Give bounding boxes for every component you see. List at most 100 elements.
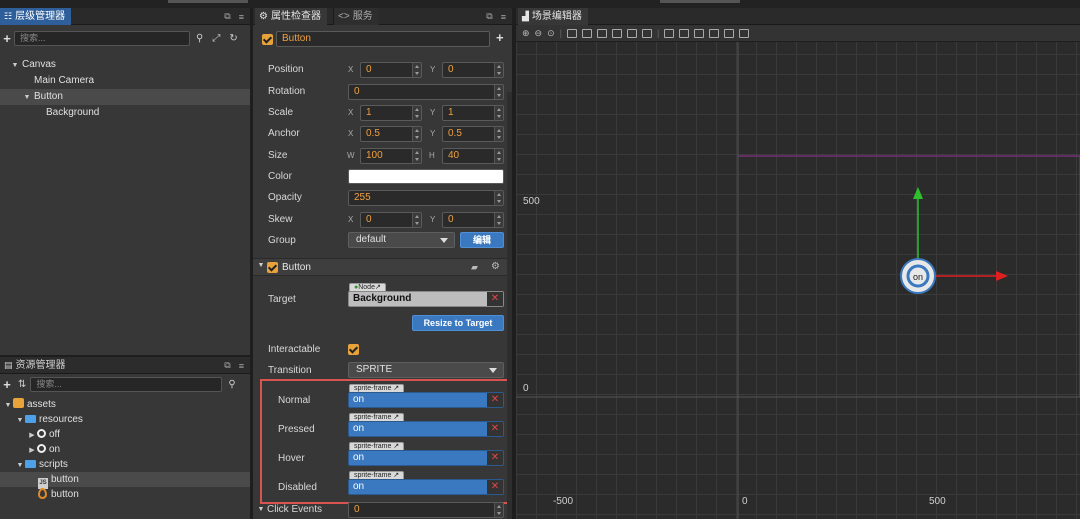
spinner-icon[interactable] <box>494 191 503 205</box>
copy-icon[interactable]: ⧉ <box>486 11 492 22</box>
book-icon[interactable]: ▰ <box>471 262 478 273</box>
distribute-bottom-icon[interactable] <box>694 28 705 38</box>
spinner-icon[interactable] <box>494 106 503 120</box>
asset-item-off[interactable]: ▶ off <box>0 427 250 442</box>
tree-node-background[interactable]: Background <box>0 105 250 121</box>
menu-icon[interactable]: ≡ <box>239 361 244 371</box>
distribute-h-center-icon[interactable] <box>724 28 735 38</box>
distribute-left-icon[interactable] <box>709 28 720 38</box>
sort-icon[interactable]: ⇅ <box>18 379 26 390</box>
tab-scene[interactable]: ▟ 场景编辑器 <box>518 8 588 25</box>
collapse-triangle-icon[interactable]: ▼ <box>256 506 266 513</box>
anchor-x-input[interactable]: 0.5 <box>360 126 422 142</box>
color-swatch[interactable] <box>348 169 504 184</box>
disabled-sprite-field[interactable]: on ✕ <box>348 479 504 495</box>
copy-icon[interactable]: ⧉ <box>224 360 230 371</box>
position-x-input[interactable]: 0 <box>360 62 422 78</box>
component-enabled-checkbox[interactable] <box>267 262 278 273</box>
opacity-input[interactable]: 255 <box>348 190 504 206</box>
tree-node-canvas[interactable]: ▼ Canvas <box>0 57 250 73</box>
hover-sprite-field[interactable]: on ✕ <box>348 450 504 466</box>
expand-triangle-icon[interactable]: ▼ <box>15 413 25 428</box>
expand-icon[interactable]: ⤢ <box>212 33 220 44</box>
position-y-input[interactable]: 0 <box>442 62 504 78</box>
add-node-button[interactable]: + <box>0 31 14 46</box>
clear-icon[interactable]: ✕ <box>487 393 503 407</box>
align-top-icon[interactable] <box>611 28 622 38</box>
spinner-icon[interactable] <box>494 85 503 99</box>
menu-icon[interactable]: ≡ <box>501 12 506 22</box>
clear-icon[interactable]: ✕ <box>487 292 503 306</box>
zoom-reset-icon[interactable]: ⊙ <box>547 28 555 39</box>
distribute-top-icon[interactable] <box>664 28 675 38</box>
size-width-input[interactable]: 100 <box>360 148 422 164</box>
spinner-icon[interactable] <box>412 63 421 77</box>
zoom-out-icon[interactable]: ⊖ <box>535 28 543 39</box>
tab-assets[interactable]: ▤ 资源管理器 <box>0 357 72 374</box>
gear-icon[interactable]: ⚙ <box>491 261 500 272</box>
asset-item-button-prefab[interactable]: button <box>0 487 250 502</box>
interactable-checkbox[interactable] <box>348 344 359 355</box>
anchor-y-input[interactable]: 0.5 <box>442 126 504 142</box>
rotation-input[interactable]: 0 <box>348 84 504 100</box>
tree-node-button[interactable]: ▼ Button <box>0 89 250 105</box>
edit-group-button[interactable]: 编辑 <box>460 232 504 248</box>
collapse-triangle-icon[interactable]: ▶ <box>27 428 37 443</box>
spinner-icon[interactable] <box>494 149 503 163</box>
expand-triangle-icon[interactable]: ▼ <box>10 58 20 74</box>
tab-inspector[interactable]: ⚙ 属性检查器 <box>255 8 327 25</box>
normal-sprite-field[interactable]: on ✕ <box>348 392 504 408</box>
align-h-center-icon[interactable] <box>581 28 592 38</box>
assets-search-input[interactable]: 搜索... <box>30 376 223 392</box>
tab-services[interactable]: <> 服务 <box>333 8 379 25</box>
distribute-v-center-icon[interactable] <box>679 28 690 38</box>
clear-icon[interactable]: ✕ <box>487 480 503 494</box>
spinner-icon[interactable] <box>412 106 421 120</box>
spinner-icon[interactable] <box>412 149 421 163</box>
expand-triangle-icon[interactable]: ▼ <box>15 458 25 473</box>
click-events-count-input[interactable]: 0 <box>348 502 504 518</box>
add-component-button[interactable]: + <box>496 30 504 45</box>
resize-to-target-button[interactable]: Resize to Target <box>412 315 504 331</box>
spinner-icon[interactable] <box>494 127 503 141</box>
scale-y-input[interactable]: 1 <box>442 105 504 121</box>
spinner-icon[interactable] <box>494 503 503 517</box>
spinner-icon[interactable] <box>412 127 421 141</box>
copy-icon[interactable]: ⧉ <box>224 11 230 22</box>
button-component-header[interactable]: ▼ Button ▰ ⚙ <box>253 258 512 276</box>
skew-x-input[interactable]: 0 <box>360 212 422 228</box>
spinner-icon[interactable] <box>494 63 503 77</box>
search-icon[interactable]: ⚲ <box>196 33 203 44</box>
align-bottom-icon[interactable] <box>641 28 652 38</box>
group-dropdown[interactable]: default <box>348 232 455 248</box>
skew-y-input[interactable]: 0 <box>442 212 504 228</box>
add-asset-button[interactable]: + <box>0 377 14 392</box>
spinner-icon[interactable] <box>412 213 421 227</box>
inspector-scrollbar[interactable] <box>507 92 512 519</box>
scale-x-input[interactable]: 1 <box>360 105 422 121</box>
clear-icon[interactable]: ✕ <box>487 422 503 436</box>
tree-node-main-camera[interactable]: Main Camera <box>0 73 250 89</box>
target-field[interactable]: Background ✕ <box>348 291 504 307</box>
node-name-input[interactable]: Button <box>276 31 490 47</box>
asset-item-scripts[interactable]: ▼ scripts <box>0 457 250 472</box>
align-left-icon[interactable] <box>566 28 577 38</box>
asset-item-button-script[interactable]: JS button <box>0 472 250 489</box>
collapse-triangle-icon[interactable]: ▶ <box>27 443 37 458</box>
asset-item-on[interactable]: ▶ on <box>0 442 250 457</box>
tab-hierarchy[interactable]: ☷ 层级管理器 <box>0 8 72 25</box>
asset-item-assets[interactable]: ▼ assets <box>0 397 250 412</box>
menu-icon[interactable]: ≡ <box>239 12 244 22</box>
gizmo-x-arrow-icon[interactable] <box>996 271 1008 281</box>
refresh-icon[interactable]: ↻ <box>229 33 237 44</box>
pressed-sprite-field[interactable]: on ✕ <box>348 421 504 437</box>
spinner-icon[interactable] <box>494 213 503 227</box>
clear-icon[interactable]: ✕ <box>487 451 503 465</box>
gizmo-y-arrow-icon[interactable] <box>913 187 923 199</box>
expand-triangle-icon[interactable]: ▼ <box>22 90 32 106</box>
hierarchy-search-input[interactable]: 搜索... <box>14 30 190 46</box>
distribute-right-icon[interactable] <box>739 28 750 38</box>
align-v-center-icon[interactable] <box>626 28 637 38</box>
scene-viewport[interactable]: on 500 0 -500 0 500 <box>516 42 1080 519</box>
transition-dropdown[interactable]: SPRITE <box>348 362 504 378</box>
